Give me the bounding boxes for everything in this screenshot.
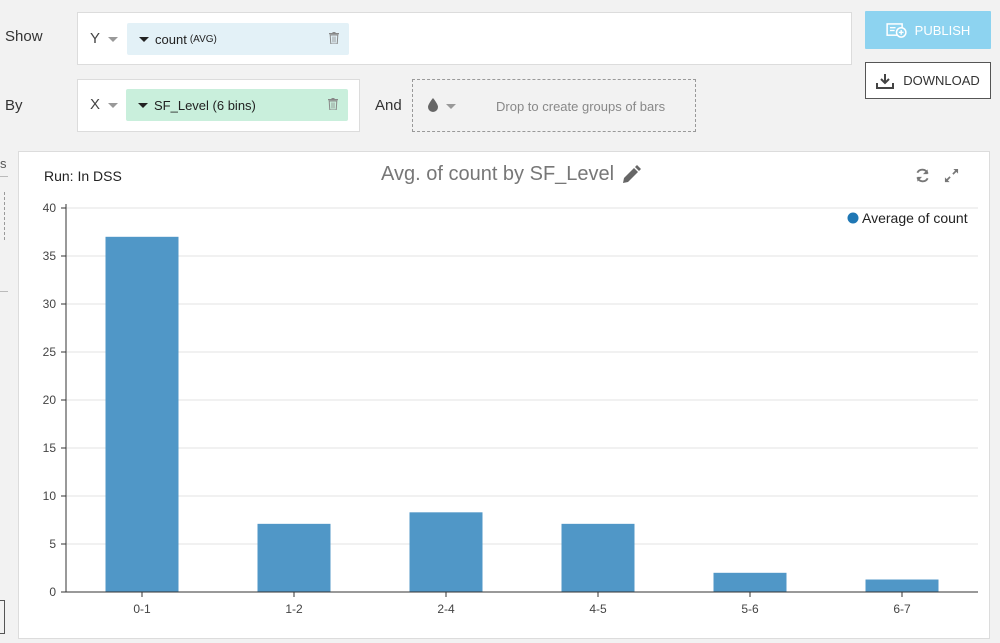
by-row-label: By — [5, 97, 23, 114]
y-measure-pill[interactable]: count (AVG) — [127, 23, 349, 55]
download-icon — [876, 73, 895, 89]
left-panel-fragment-dashed — [0, 192, 5, 240]
left-panel-fragment-divider — [0, 291, 8, 292]
show-row-label: Show — [5, 28, 43, 45]
chart-panel: Run: In DSS Avg. of count by SF_Level 05… — [18, 151, 990, 639]
y-tick-label: 35 — [43, 249, 57, 263]
x-axis-letter: X — [90, 96, 101, 113]
x-tick-label: 6-7 — [893, 602, 911, 616]
x-tick-label: 4-5 — [589, 602, 607, 616]
x-tick-label: 5-6 — [741, 602, 759, 616]
caret-down-icon — [107, 36, 118, 42]
legend-marker — [847, 212, 859, 224]
y-tick-label: 30 — [43, 297, 57, 311]
caret-down-icon — [108, 102, 119, 108]
and-label: And — [375, 97, 402, 114]
group-bars-dropzone[interactable]: Drop to create groups of bars — [412, 79, 696, 132]
y-tick-label: 40 — [43, 201, 57, 215]
publish-button[interactable]: PUBLISH — [865, 11, 991, 49]
publish-icon — [886, 22, 907, 38]
axes-layer: 0 5 10 15 20 25 30 35 40 0-1 1-2 2-4 4-5 5-6 6-7 — [43, 201, 978, 616]
trash-icon[interactable] — [328, 98, 338, 110]
x-tick-label: 0-1 — [133, 602, 151, 616]
group-drop-placeholder: Drop to create groups of bars — [496, 99, 666, 114]
droplet-icon[interactable] — [428, 98, 438, 112]
caret-down-icon — [139, 36, 149, 42]
bar — [865, 579, 939, 592]
x-dimension-name: SF_Level (6 bins) — [154, 97, 256, 113]
y-tick-label: 10 — [43, 489, 57, 503]
bar-chart: 0 5 10 15 20 25 30 35 40 0-1 1-2 2-4 4-5 5-6 6-7 Avera… — [43, 201, 978, 616]
publish-label: PUBLISH — [914, 22, 971, 38]
y-axis-dropzone[interactable]: Y count (AVG) — [77, 12, 852, 65]
y-axis-letter: Y — [90, 30, 100, 47]
caret-down-icon — [138, 102, 148, 108]
legend-label: Average of count — [862, 210, 968, 226]
bar — [561, 523, 635, 592]
download-label: DOWNLOAD — [903, 73, 980, 88]
left-panel-fragment-text: s — [0, 156, 7, 171]
x-axis-selector[interactable]: X — [90, 96, 119, 113]
bar — [257, 523, 331, 592]
x-axis-dropzone[interactable]: X SF_Level (6 bins) — [77, 79, 360, 132]
y-tick-label: 5 — [49, 537, 56, 551]
bar — [409, 512, 483, 592]
bar — [713, 572, 787, 592]
x-tick-label: 2-4 — [437, 602, 455, 616]
left-panel-fragment-line — [0, 176, 8, 177]
y-axis-selector[interactable]: Y — [90, 30, 118, 47]
caret-down-icon — [446, 104, 456, 109]
download-button[interactable]: DOWNLOAD — [865, 62, 991, 99]
legend[interactable]: Average of count — [847, 210, 968, 226]
y-measure-agg: (AVG) — [189, 33, 217, 45]
bars-layer — [105, 236, 939, 593]
y-tick-label: 20 — [43, 393, 57, 407]
y-tick-label: 0 — [49, 585, 56, 599]
grid-layer — [66, 207, 978, 545]
y-tick-label: 15 — [43, 441, 57, 455]
left-panel-fragment-box — [0, 600, 5, 634]
x-dimension-pill[interactable]: SF_Level (6 bins) — [126, 89, 348, 121]
y-measure-name: count — [155, 31, 187, 47]
y-tick-label: 25 — [43, 345, 57, 359]
trash-icon[interactable] — [329, 32, 339, 44]
bar — [105, 236, 179, 593]
x-tick-label: 1-2 — [285, 602, 303, 616]
